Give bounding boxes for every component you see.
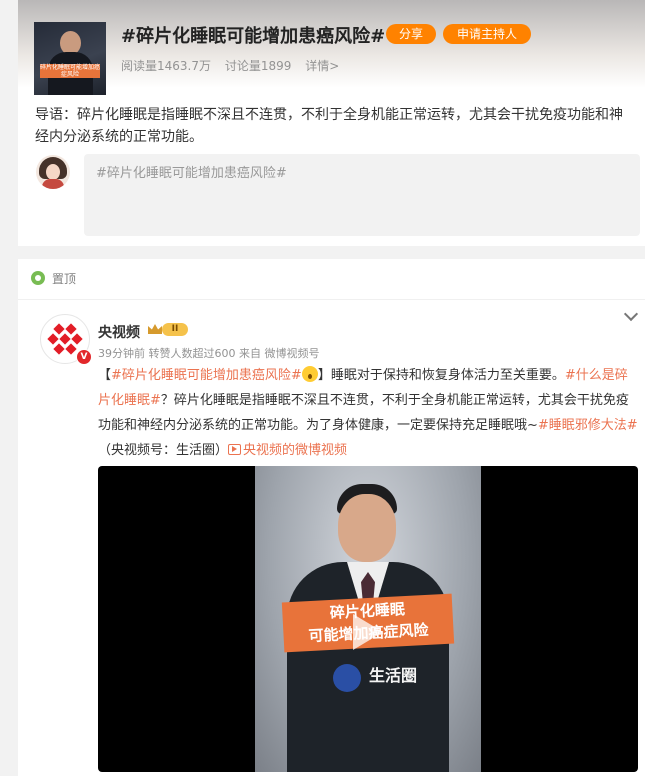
post-meta: 39分钟前 转赞人数超过600 来自 微博视频号 xyxy=(98,347,320,360)
bracket-open: 【 xyxy=(98,368,112,383)
compose-textarea[interactable]: #碎片化睡眠可能增加患癌风险# xyxy=(84,154,640,236)
pin-icon xyxy=(31,271,45,285)
chevron-down-icon[interactable] xyxy=(623,306,639,322)
verified-badge-icon: V xyxy=(76,349,92,365)
video-player[interactable]: 碎片化睡眠 可能增加癌症风险 生活圈 xyxy=(98,466,638,772)
surprised-emoji-icon xyxy=(301,366,318,382)
topic-stats: 阅读量1463.7万 讨论量1899 详情> xyxy=(121,57,349,74)
user-avatar[interactable] xyxy=(36,155,70,189)
crown-icon xyxy=(148,324,162,334)
video-source-label: 央视频的微博视频 xyxy=(243,443,348,458)
share-button[interactable]: 分享 xyxy=(386,24,436,44)
discussion-count: 讨论量1899 xyxy=(224,59,292,73)
topic-cover-image[interactable]: 碎片化睡眠可能增加癌症风险 xyxy=(34,22,106,95)
topic-link[interactable]: #碎片化睡眠可能增加患癌风险# xyxy=(111,368,302,383)
post-text: 【#碎片化睡眠可能增加患癌风险# 】睡眠对于保持和恢复身体活力至关重要。#什么是碎… xyxy=(98,363,638,463)
play-icon[interactable] xyxy=(353,614,383,650)
member-level-badge[interactable]: II xyxy=(162,323,188,336)
post-text-part: 】睡眠对于保持和恢复身体活力至关重要。 xyxy=(317,368,565,383)
topic-intro: 导语：碎片化睡眠是指睡眠不深且不连贯，不利于全身机能正常运转，尤其会干扰免疫功能… xyxy=(35,107,623,145)
video-source-link[interactable]: 央视频的微博视频 xyxy=(228,443,347,458)
cover-caption: 碎片化睡眠可能增加癌症风险 xyxy=(40,64,101,78)
author-name[interactable]: 央视频 xyxy=(98,322,140,342)
video-link-icon xyxy=(228,444,242,455)
channel-logo xyxy=(333,664,361,692)
pinned-label: 置顶 xyxy=(52,272,77,286)
topic-link[interactable]: #睡眠邪修大法# xyxy=(538,418,638,433)
details-link[interactable]: 详情> xyxy=(305,59,339,73)
post-card: 置顶 V 央视频 II 39分钟前 转赞人数超过600 来自 微博视频号 【#碎… xyxy=(18,259,645,776)
apply-host-button[interactable]: 申请主持人 xyxy=(443,24,531,44)
post-text-part: （央视频号：生活圈） xyxy=(98,443,229,458)
topic-title: #碎片化睡眠可能增加患癌风险# xyxy=(121,26,386,47)
topic-header-card: 碎片化睡眠可能增加癌症风险 #碎片化睡眠可能增加患癌风险# 分享 申请主持人 阅… xyxy=(18,0,645,246)
video-watermark: 生活圈 xyxy=(369,666,418,685)
read-count: 阅读量1463.7万 xyxy=(121,59,211,73)
divider xyxy=(18,299,645,300)
video-frame: 碎片化睡眠 可能增加癌症风险 生活圈 xyxy=(255,466,481,772)
